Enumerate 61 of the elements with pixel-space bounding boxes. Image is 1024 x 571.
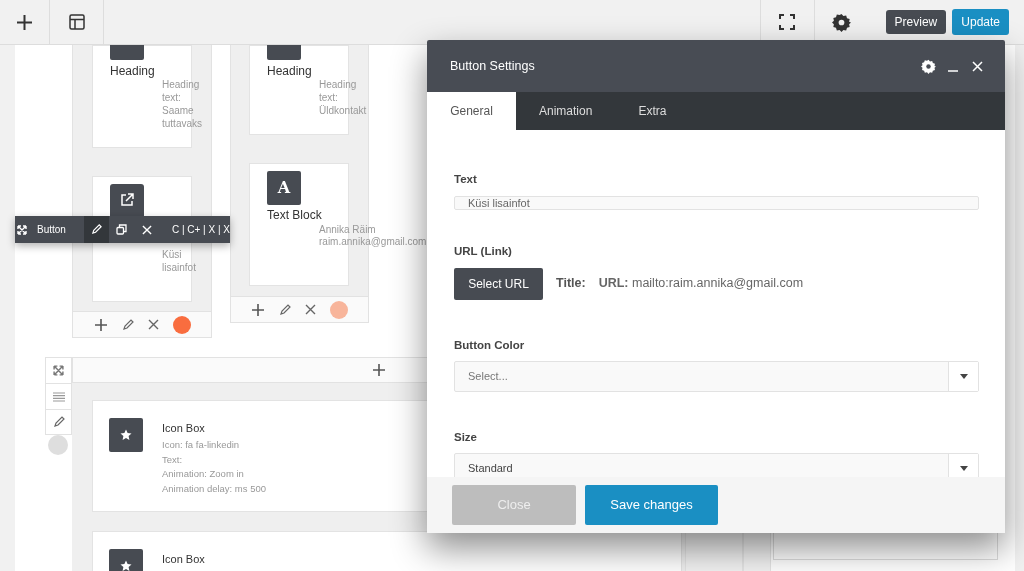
field-label: URL (Link) [454,244,513,260]
edit-icon[interactable] [121,318,134,331]
settings-icon [921,58,936,74]
element-details: Heading text: Saame tuttavaks [162,78,204,130]
element-details: Text: [162,452,183,467]
select-value: Standard [467,461,514,477]
caret-icon [948,361,978,391]
delete-icon [142,224,153,235]
element-details: Icon: fa fa-linkedin [162,438,240,452]
heading-icon [267,45,301,60]
layout-icon [68,14,85,30]
add-icon[interactable] [372,363,386,377]
tab[interactable]: Animation [516,92,616,130]
element-title: Heading [110,63,155,80]
settings-button[interactable] [921,58,936,74]
settings-icon [831,12,851,32]
element-title: Text Block [267,207,322,224]
close-button[interactable] [972,60,983,72]
edit-icon[interactable] [279,303,291,316]
text-field[interactable]: Küsi lisainfot [454,196,979,211]
edit-icon [52,416,65,428]
layout-lines-icon [52,391,65,402]
field-label: Size [454,429,478,445]
title-label: Title: [556,275,586,293]
element-title: Icon Box [162,421,205,436]
element-title: Icon Box [162,552,205,567]
move-icon [53,365,64,376]
add-icon[interactable] [251,302,265,317]
element-title: Heading [267,63,312,80]
text-block-icon: A [267,171,301,205]
tab[interactable]: Extra [615,92,690,130]
select-url-button[interactable]: Select URL [454,267,543,300]
element-details: Küsi lisainfot [162,248,197,274]
close-icon[interactable] [147,319,159,330]
update-button[interactable]: Update [952,9,1009,35]
minimize-icon [948,70,958,72]
url-value: URL: mailto:raim.annika@gmail.com [598,275,804,293]
duplicate-icon [116,224,128,235]
move-icon[interactable] [17,224,27,235]
element-details: Animation delay: ms 500 [162,481,267,496]
element-name: Button [37,223,67,237]
tab[interactable]: General [427,92,516,130]
dialog-title: Button Settings [450,57,536,75]
edit-button[interactable] [84,216,109,243]
heading-icon [110,45,144,60]
add-icon[interactable] [93,317,108,332]
field-label: Button Color [454,337,526,353]
close-icon[interactable] [305,304,316,315]
add-icon [16,13,33,31]
select-value: Select... [467,369,509,384]
close-icon [972,60,983,72]
size-select[interactable]: Standard [454,453,979,477]
edit-icon [91,224,103,235]
color-select[interactable]: Select... [454,360,979,392]
save-button[interactable]: Save changes [585,485,718,525]
shortcut-labels: C | C+ | X | X [171,223,230,237]
fullscreen-icon [779,14,796,30]
element-details: Animation: Zoom in [162,467,244,481]
preview-button[interactable]: Preview [885,10,947,34]
element-details: Heading text: Üldkontakt [319,78,368,117]
field-label: Text [454,172,478,187]
